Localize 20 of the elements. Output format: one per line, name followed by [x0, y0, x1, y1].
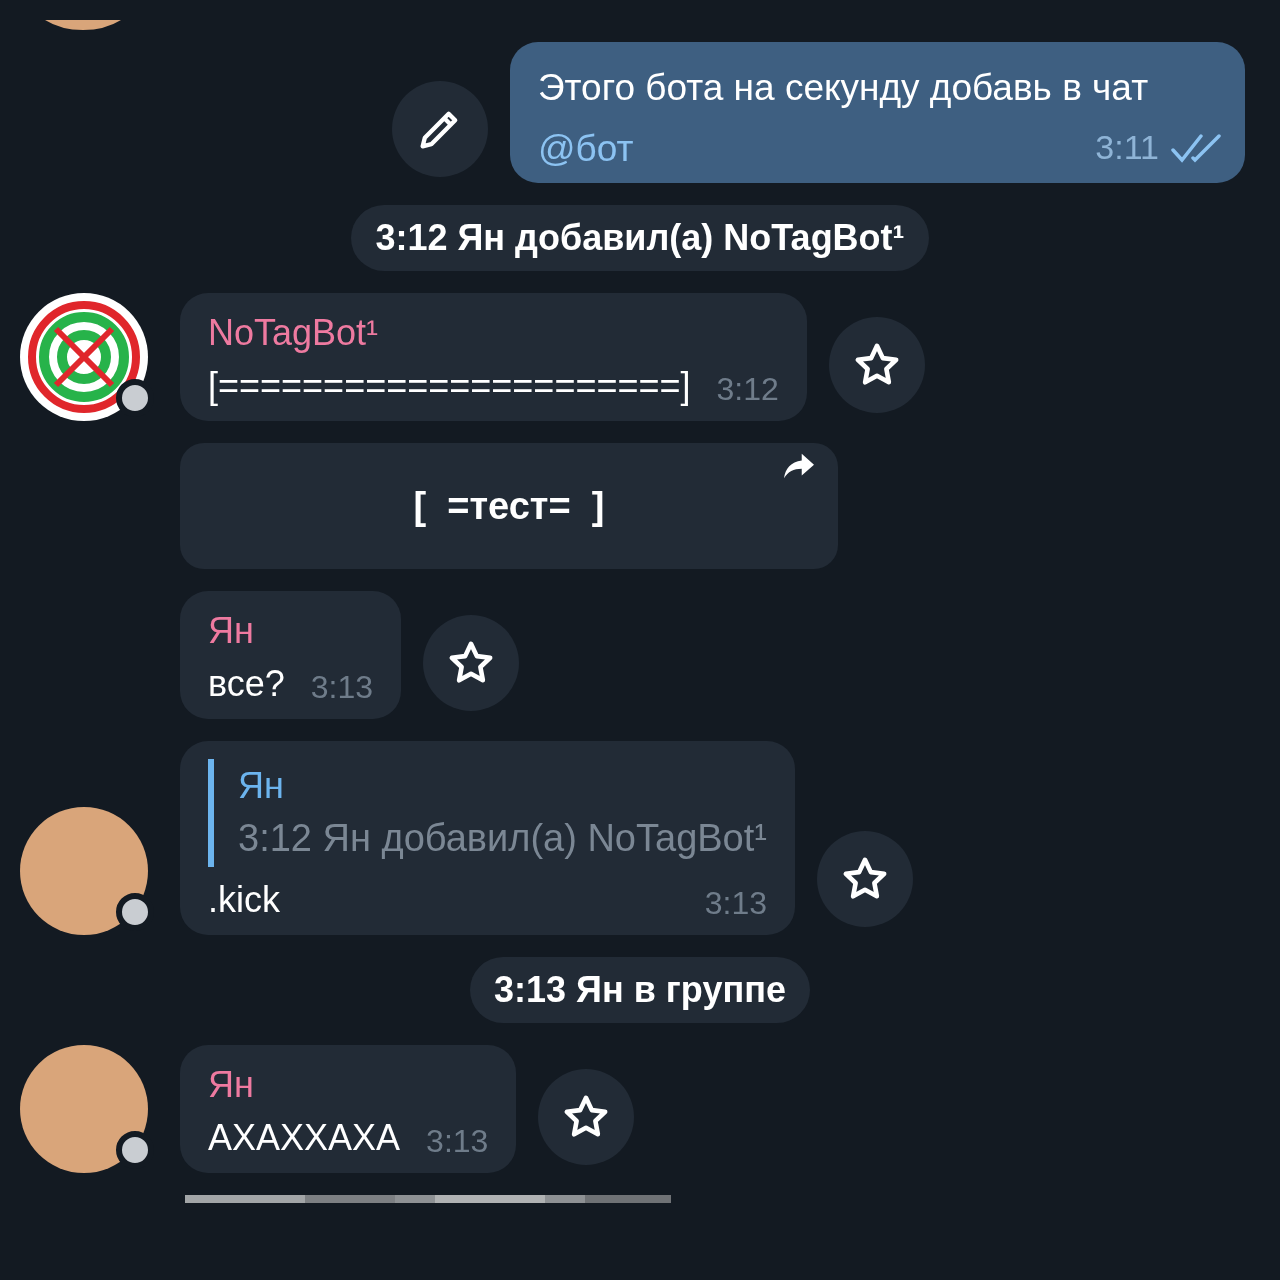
- service-message: 3:12 Ян добавил(а) NoTagBot¹: [351, 205, 929, 271]
- mention-link[interactable]: @бот: [538, 125, 634, 173]
- message-time: 3:13: [426, 1125, 489, 1157]
- inline-keyboard-button[interactable]: [ =тест= ]: [180, 443, 838, 569]
- message-time: 3:12: [716, 373, 779, 405]
- message-time: 3:13: [704, 887, 767, 919]
- message-text: [======================]: [208, 364, 691, 408]
- reply-text: 3:12 Ян добавил(а) NoTagBot¹: [238, 816, 767, 861]
- sender-name: NoTagBot¹: [208, 311, 380, 355]
- message-text: .kick: [208, 878, 280, 922]
- message-time: 3:11: [1095, 127, 1159, 168]
- sender-name: Ян: [208, 1063, 255, 1107]
- message-time: 3:13: [310, 671, 374, 703]
- sender-name: Ян: [208, 609, 255, 653]
- message-text: Этого бота на секунду добавь в чат: [538, 66, 1150, 110]
- share-arrow-icon: [782, 451, 816, 481]
- service-message: 3:13 Ян в группе: [470, 957, 810, 1023]
- reply-sender: Ян: [238, 764, 285, 808]
- message-text: АХАХХАХА: [208, 1116, 401, 1160]
- message-text: все?: [208, 662, 285, 706]
